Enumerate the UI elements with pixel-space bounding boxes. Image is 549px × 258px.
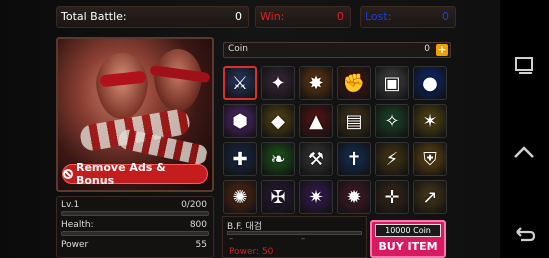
total-battle-box: Total Battle: 0 [56, 6, 249, 28]
game-screen: Total Battle: 0 Win: 0 Lost: 0 Remove Ad… [0, 0, 500, 258]
item-slot[interactable]: ✛ [375, 180, 409, 214]
back-icon [516, 227, 536, 242]
axe-icon: ⚒ [307, 148, 325, 170]
health-value: 800 [189, 220, 207, 230]
cross-blade-icon: ✛ [384, 186, 400, 208]
win-value: 0 [337, 10, 344, 23]
item-slot[interactable]: ▲ [299, 104, 333, 138]
win-box: Win: 0 [255, 6, 351, 28]
item-slot[interactable]: ✸ [299, 66, 333, 100]
back-button[interactable] [500, 214, 549, 254]
green-blade-icon: ✧ [384, 110, 400, 132]
lost-value: 0 [442, 10, 449, 23]
shield-icon: ⛨ [423, 148, 437, 170]
no-ads-icon [63, 169, 73, 179]
level-label: Lv.1 [61, 200, 80, 210]
item-slot[interactable]: ✚ [223, 142, 257, 176]
recents-button[interactable] [500, 46, 549, 86]
item-stat-bar [227, 231, 362, 235]
power-row: Power 55 [61, 240, 209, 258]
coin-label: Coin [228, 44, 248, 54]
item-slot[interactable]: ✶ [413, 104, 447, 138]
item-slot[interactable]: ✝ [337, 142, 371, 176]
lost-box: Lost: 0 [360, 6, 456, 28]
buy-item-label: BUY ITEM [378, 240, 438, 253]
add-coin-button[interactable]: + [436, 44, 448, 56]
level-row: Lv.1 0/200 [61, 200, 209, 220]
item-slot[interactable]: ⚒ [299, 142, 333, 176]
power-label: Power [61, 240, 89, 250]
health-row: Health: 800 [61, 220, 209, 240]
level-value: 0/200 [181, 200, 207, 210]
total-battle-label: Total Battle: [61, 10, 127, 23]
spear-icon: ↗ [422, 186, 438, 208]
red-helm-icon: ▲ [309, 110, 323, 132]
lost-label: Lost: [365, 10, 392, 23]
item-detail-panel: B.F. 대검 – – Power: 50 [222, 216, 367, 258]
dark-blade-icon: ✠ [270, 186, 286, 208]
coin-value: 0 [424, 44, 430, 54]
item-slot[interactable]: ❧ [261, 142, 295, 176]
gold-blade-icon: ✶ [422, 110, 438, 132]
purple-axe-icon: ✷ [308, 186, 324, 208]
tome-icon: ▤ [345, 110, 363, 132]
item-slot[interactable]: ✺ [223, 180, 257, 214]
win-label: Win: [260, 10, 285, 23]
item-stat-1: – [229, 234, 233, 243]
item-slot[interactable]: ↗ [413, 180, 447, 214]
boot-icon: ⬢ [232, 110, 248, 132]
coin-bar: Coin 0 + [223, 42, 451, 58]
gauntlet-icon: ✊ [342, 72, 366, 94]
item-slot[interactable]: ✠ [261, 180, 295, 214]
double-blade-icon: ⚡ [385, 148, 399, 170]
hero-stats-panel: Lv.1 0/200 Health: 800 Power 55 [56, 196, 214, 258]
item-power: Power: 50 [229, 247, 274, 257]
claw-icon: ✦ [270, 72, 286, 94]
item-price: 10000 Coin [375, 224, 441, 237]
fire-claw-icon: ✺ [232, 186, 248, 208]
item-grid: ⚔ ✦ ✸ ✊ ▣ ● ⬢ ◆ ▲ ▤ ✧ ✶ ✚ ❧ ⚒ ✝ ⚡ ⛨ ✺ ✠ ✷ ✹ ✛ ↗ [222, 65, 452, 220]
leaf-blade-icon: ❧ [270, 148, 286, 170]
remove-ads-label: Remove Ads & Bonus [75, 161, 166, 187]
item-slot[interactable]: ◆ [261, 104, 295, 138]
home-icon [514, 146, 534, 158]
item-slot[interactable]: ✊ [337, 66, 371, 100]
blue-sword-icon: ✝ [346, 148, 362, 170]
recents-icon [515, 57, 533, 74]
item-slot[interactable]: ✹ [337, 180, 371, 214]
health-bar [61, 231, 209, 236]
level-bar [61, 211, 209, 216]
item-slot[interactable]: ⚡ [375, 142, 409, 176]
spike-icon: ✹ [346, 186, 362, 208]
item-stat-2: – [301, 234, 305, 243]
power-value: 55 [195, 240, 207, 250]
remove-ads-button[interactable]: Remove Ads & Bonus [62, 161, 208, 187]
gold-armor-icon: ◆ [271, 110, 285, 132]
buy-item-button[interactable]: 10000 Coin BUY ITEM [370, 220, 446, 258]
item-slot[interactable]: ⚔ [223, 66, 257, 100]
item-slot[interactable]: ⛨ [413, 142, 447, 176]
total-battle-value: 0 [235, 10, 242, 23]
item-slot[interactable]: ▣ [375, 66, 409, 100]
item-slot[interactable]: ✦ [261, 66, 295, 100]
chest-icon: ▣ [383, 72, 401, 94]
scepter-icon: ✚ [232, 148, 248, 170]
item-slot[interactable]: ● [413, 66, 447, 100]
wings-icon: ✸ [308, 72, 324, 94]
item-slot[interactable]: ✷ [299, 180, 333, 214]
orb-icon: ● [422, 72, 438, 94]
item-slot[interactable]: ⬢ [223, 104, 257, 138]
health-label: Health: [61, 220, 94, 230]
item-slot[interactable]: ▤ [337, 104, 371, 138]
item-slot[interactable]: ✧ [375, 104, 409, 138]
home-button[interactable] [500, 132, 549, 172]
sword-icon: ⚔ [231, 72, 249, 94]
android-navbar [500, 0, 549, 258]
